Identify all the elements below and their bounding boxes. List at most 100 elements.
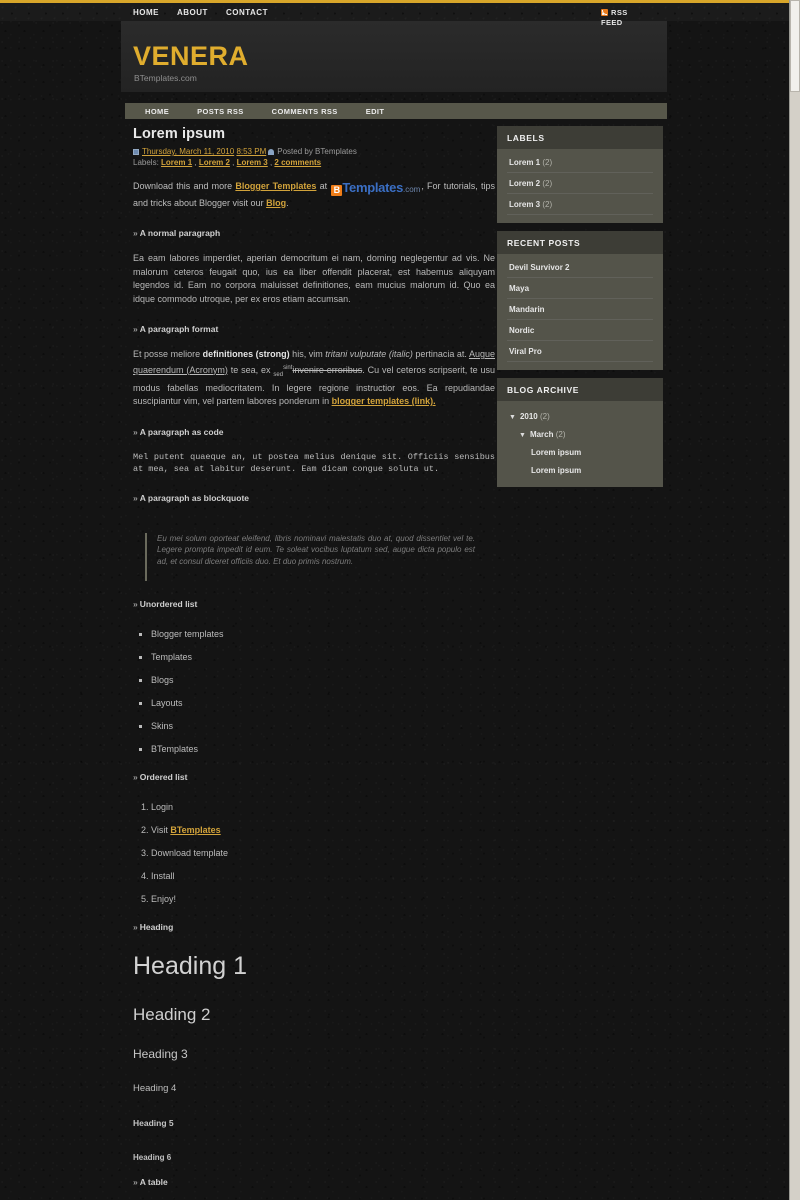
ordered-list: Login Visit BTemplates Download template… — [151, 802, 495, 904]
widget-blog-archive-title: BLOG ARCHIVE — [497, 378, 663, 401]
rss-feed-link[interactable]: RSS FEED — [601, 7, 647, 28]
heading-ordered-list: » Ordered list — [133, 772, 495, 782]
blockquote-block: Eu mei solum oporteat eleifend, libris n… — [145, 532, 475, 581]
sample-heading-1: Heading 1 — [133, 951, 247, 980]
list-item: Visit BTemplates — [151, 825, 495, 835]
heading-table: » A table — [133, 1177, 495, 1187]
chevron-icon: » — [133, 771, 138, 782]
list-item: Blogger templates — [151, 629, 495, 639]
topnav-item-contact[interactable]: CONTACT — [226, 8, 268, 17]
list-item: Install — [151, 871, 495, 881]
heading-headings-label: Heading — [139, 921, 174, 932]
heading-paragraph-code-label: A paragraph as code — [139, 426, 224, 437]
mainnav-item-edit[interactable]: EDIT — [366, 107, 385, 116]
format-superscript: sint — [283, 364, 293, 371]
sidebar: LABELS Lorem 1 (2) Lorem 2 (2) Lorem 3 (… — [497, 126, 663, 495]
label-item-lorem-2[interactable]: Lorem 2 (2) — [507, 173, 653, 194]
topnav-item-about[interactable]: ABOUT — [177, 8, 208, 17]
format-p3: pertinacia at. — [412, 349, 469, 359]
list-item: Templates — [151, 652, 495, 662]
list-item: Enjoy! — [151, 894, 495, 904]
sample-heading-2: Heading 2 — [133, 1004, 211, 1024]
widget-labels-body: Lorem 1 (2) Lorem 2 (2) Lorem 3 (2) — [497, 149, 663, 215]
list-item: Login — [151, 802, 495, 812]
intro-part1: Download this and more — [133, 181, 236, 191]
sample-heading-6: Heading 6 — [133, 1152, 172, 1162]
label-item-lorem-3[interactable]: Lorem 3 (2) — [507, 194, 653, 215]
scrollbar-thumb[interactable] — [790, 0, 800, 92]
feed-label: FEED — [601, 18, 623, 27]
post-label-3[interactable]: Lorem 3 — [237, 158, 268, 167]
chevron-icon: » — [133, 492, 138, 503]
blog-title[interactable]: VENERA — [133, 42, 249, 70]
rss-label: RSS — [611, 8, 628, 17]
chevron-icon: » — [133, 921, 138, 932]
post-time-link[interactable]: 8:53 PM — [236, 147, 266, 156]
post-date-link[interactable]: Thursday, March 11, 2010 — [142, 147, 234, 156]
recent-post-item[interactable]: Mandarin — [507, 299, 653, 320]
content-wrapper: HOME POSTS RSS COMMENTS RSS EDIT Lorem i… — [121, 92, 667, 1200]
heading-paragraph-blockquote-label: A paragraph as blockquote — [139, 492, 249, 503]
format-p1: Et posse meliore — [133, 349, 203, 359]
btemplates-logo-text: Templates — [342, 180, 403, 195]
btemplates-list-link[interactable]: BTemplates — [170, 825, 220, 835]
post-intro: Download this and more Blogger Templates… — [133, 180, 495, 210]
intro-part4: . — [286, 197, 289, 208]
btemplates-logo[interactable]: B Templates.com — [331, 181, 420, 197]
post-comments-link[interactable]: 2 comments — [274, 158, 321, 167]
topnav-item-home[interactable]: HOME — [133, 8, 159, 17]
calendar-icon — [133, 149, 139, 155]
blog-link[interactable]: Blog — [266, 198, 286, 208]
list-item-text: Visit — [151, 824, 171, 835]
format-paragraph: Et posse meliore definitiones (strong) h… — [133, 348, 495, 409]
format-link[interactable]: blogger templates (link). — [332, 396, 436, 406]
post-title: Lorem ipsum — [133, 126, 226, 142]
recent-post-item[interactable]: Nordic — [507, 320, 653, 341]
label-text: Lorem 1 — [509, 158, 541, 167]
widget-labels: LABELS Lorem 1 (2) Lorem 2 (2) Lorem 3 (… — [497, 126, 663, 223]
archive-post-item[interactable]: Lorem ipsum — [507, 443, 653, 461]
format-italic: tritani vulputate (italic) — [325, 349, 413, 359]
heading-paragraph-format-label: A paragraph format — [139, 324, 219, 334]
recent-post-item[interactable]: Maya — [507, 278, 653, 299]
post-label-1[interactable]: Lorem 1 — [161, 158, 192, 167]
sample-heading-5: Heading 5 — [133, 1117, 174, 1128]
post-column: Lorem ipsum Thursday, March 11, 2010 8:5… — [133, 126, 495, 1187]
widget-blog-archive-body: ▼ 2010 (2) ▼ March (2) Lorem ipsum Lorem i… — [497, 401, 663, 479]
heading-normal-paragraph: » A normal paragraph — [133, 228, 495, 238]
archive-month-row[interactable]: ▼ March (2) — [507, 425, 653, 443]
code-block: Mel putent quaeque an, ut postea melius … — [133, 451, 495, 474]
archive-year-count: (2) — [539, 412, 550, 421]
triangle-down-icon[interactable]: ▼ — [509, 414, 516, 421]
format-strong: definitiones (strong) — [202, 349, 290, 359]
sample-heading-3: Heading 3 — [133, 1046, 188, 1061]
post-author: BTemplates — [315, 147, 357, 156]
archive-post-item[interactable]: Lorem ipsum — [507, 461, 653, 479]
page-scrollbar[interactable] — [789, 0, 800, 1200]
recent-post-item[interactable]: Devil Survivor 2 — [507, 257, 653, 278]
chevron-icon: » — [133, 228, 138, 238]
rss-icon — [601, 9, 608, 16]
sample-heading-4: Heading 4 — [133, 1082, 177, 1094]
mainnav-item-comments-rss[interactable]: COMMENTS RSS — [272, 107, 338, 116]
blogger-templates-link[interactable]: Blogger Templates — [235, 181, 316, 191]
recent-post-item[interactable]: Viral Pro — [507, 341, 653, 362]
labels-prefix: Labels: — [133, 158, 159, 167]
label-text: Lorem 3 — [509, 200, 541, 209]
chevron-icon: » — [133, 598, 138, 609]
widget-blog-archive: BLOG ARCHIVE ▼ 2010 (2) ▼ March (2) Lorem … — [497, 378, 663, 487]
main-navigation: HOME POSTS RSS COMMENTS RSS EDIT — [125, 103, 667, 119]
mainnav-item-posts-rss[interactable]: POSTS RSS — [197, 107, 244, 116]
label-item-lorem-1[interactable]: Lorem 1 (2) — [507, 152, 653, 173]
masthead: VENERA BTemplates.com — [121, 21, 667, 92]
intro-part2: at — [316, 181, 331, 191]
widget-labels-title: LABELS — [497, 126, 663, 149]
mainnav-item-home[interactable]: HOME — [145, 107, 169, 116]
unordered-list: Blogger templates Templates Blogs Layout… — [151, 629, 495, 754]
post-label-2[interactable]: Lorem 2 — [199, 158, 230, 167]
triangle-down-icon[interactable]: ▼ — [519, 432, 526, 439]
top-gold-rule — [0, 0, 789, 3]
normal-paragraph-text: Ea eam labores imperdiet, aperian democr… — [133, 253, 495, 304]
archive-year-row[interactable]: ▼ 2010 (2) — [507, 407, 653, 425]
heading-paragraph-code: » A paragraph as code — [133, 427, 495, 437]
